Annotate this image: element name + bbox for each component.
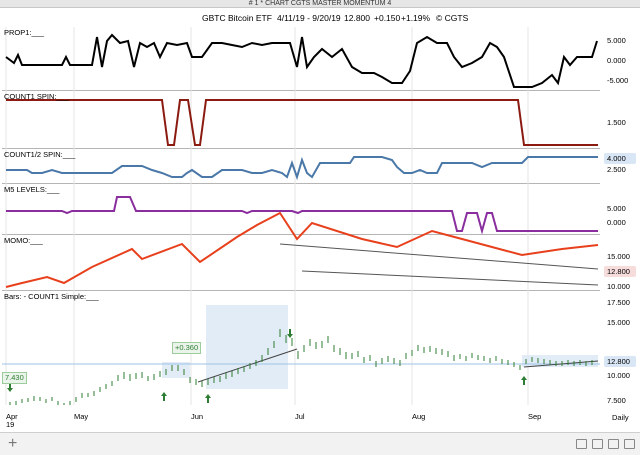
window-icon[interactable] — [624, 439, 635, 449]
bars-value: 12.800 — [604, 356, 636, 367]
symbol: GBTC — [202, 13, 226, 23]
price-annotation-mid: +0.360 — [172, 342, 202, 354]
momo-label: MOMO:___ — [4, 236, 43, 245]
last-price: 12.800 — [344, 13, 370, 23]
arrow-down-1 — [7, 383, 13, 392]
count1-label: COUNT1 SPIN:___ — [4, 92, 70, 101]
x-label-aug: Aug — [412, 412, 426, 421]
bars-highlight-box — [206, 305, 288, 389]
count12-line — [6, 156, 598, 181]
x-label-may: May — [74, 412, 89, 421]
prop1-label: PROP1:___ — [4, 28, 45, 37]
m5-line — [6, 196, 598, 235]
momo-trend-lower — [301, 270, 599, 286]
period-selector[interactable]: Daily — [612, 413, 629, 422]
m5-label: M5 LEVELS:___ — [4, 185, 60, 194]
bars-highlight-right — [522, 355, 598, 367]
x-axis: Apr 19 May Jun Jul Aug Sep — [2, 410, 600, 430]
price-change: +0.150 — [374, 13, 401, 23]
x-label-jul: Jul — [295, 412, 305, 421]
count12-value: 4.000 — [604, 153, 636, 164]
bars-label: Bars: - COUNT1 Simple:___ — [4, 292, 99, 301]
momo-value: 12.800 — [604, 266, 636, 277]
momo-line — [5, 211, 599, 288]
chart-plot[interactable] — [2, 27, 600, 405]
layout-icon[interactable] — [576, 439, 587, 449]
window-title: # 1 * CHART CGTS MASTER MOMENTUM 4 — [0, 0, 640, 8]
bottom-toolbar: Daily + — [0, 413, 640, 455]
price-annotation-left: 7.430 — [2, 372, 27, 384]
date-range: 4/11/19 - 9/20/19 — [277, 13, 341, 23]
credit: © CGTS — [436, 13, 469, 23]
symbol-name: Bitcoin ETF — [228, 13, 272, 23]
arrow-up-2 — [205, 394, 211, 403]
arrow-up-1 — [161, 392, 167, 401]
percent-change: +1.19% — [401, 13, 431, 23]
momo-trend-upper — [279, 243, 599, 270]
price-bars — [9, 329, 593, 405]
arrow-up-3 — [521, 376, 527, 385]
x-label-jun: Jun — [191, 412, 204, 421]
x-label-year: 19 — [6, 420, 15, 429]
grid-icon[interactable] — [592, 439, 603, 449]
prop1-line — [5, 33, 598, 88]
split-icon[interactable] — [608, 439, 619, 449]
count12-label: COUNT1/2 SPIN:___ — [4, 150, 76, 159]
chart-header: GBTC Bitcoin ETF 4/11/19 - 9/20/19 12.80… — [0, 9, 640, 27]
count1-line — [6, 99, 598, 146]
x-label-sep: Sep — [528, 412, 542, 421]
add-chart-button[interactable]: + — [8, 435, 17, 453]
